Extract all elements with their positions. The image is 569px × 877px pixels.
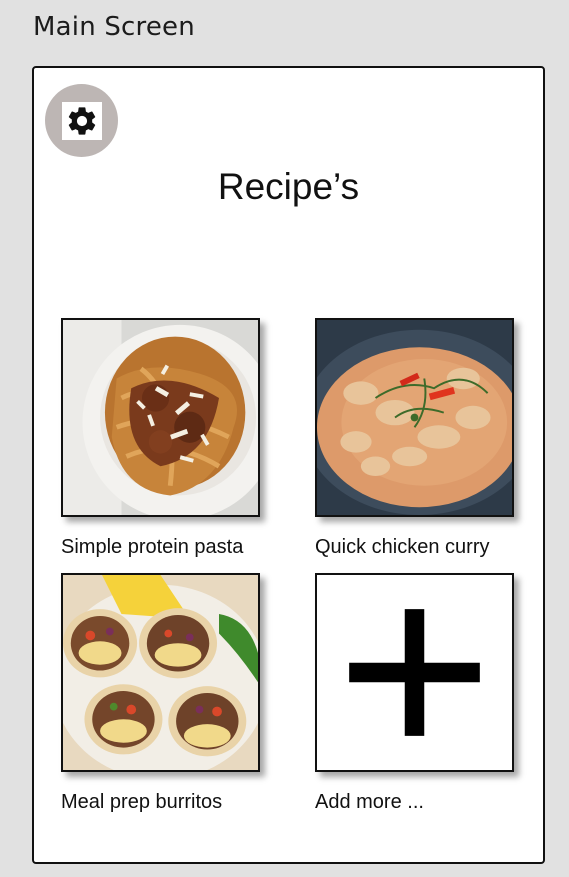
- recipe-card-pasta[interactable]: Simple protein pasta: [61, 318, 260, 559]
- recipe-card-curry[interactable]: Quick chicken curry: [315, 318, 514, 559]
- burritos-photo[interactable]: [61, 573, 260, 772]
- add-more-card[interactable]: Add more ...: [315, 573, 514, 814]
- gear-icon: [68, 106, 95, 135]
- pasta-photo[interactable]: [61, 318, 260, 517]
- phone-frame: Recipe’s Simple protein pasta Quick chic…: [32, 66, 545, 864]
- add-more-button[interactable]: [315, 573, 514, 772]
- recipe-card-burritos[interactable]: Meal prep burritos: [61, 573, 260, 814]
- plus-icon: [349, 609, 480, 736]
- add-more-label[interactable]: Add more ...: [315, 791, 514, 814]
- recipe-label[interactable]: Meal prep burritos: [61, 791, 260, 814]
- recipe-label[interactable]: Simple protein pasta: [61, 536, 260, 559]
- screen-label: Main Screen: [33, 12, 195, 42]
- curry-photo[interactable]: [315, 318, 514, 517]
- recipe-label[interactable]: Quick chicken curry: [315, 536, 514, 559]
- settings-button[interactable]: [45, 84, 118, 157]
- page-title: Recipe’s: [217, 166, 360, 207]
- settings-icon-box: [61, 101, 102, 140]
